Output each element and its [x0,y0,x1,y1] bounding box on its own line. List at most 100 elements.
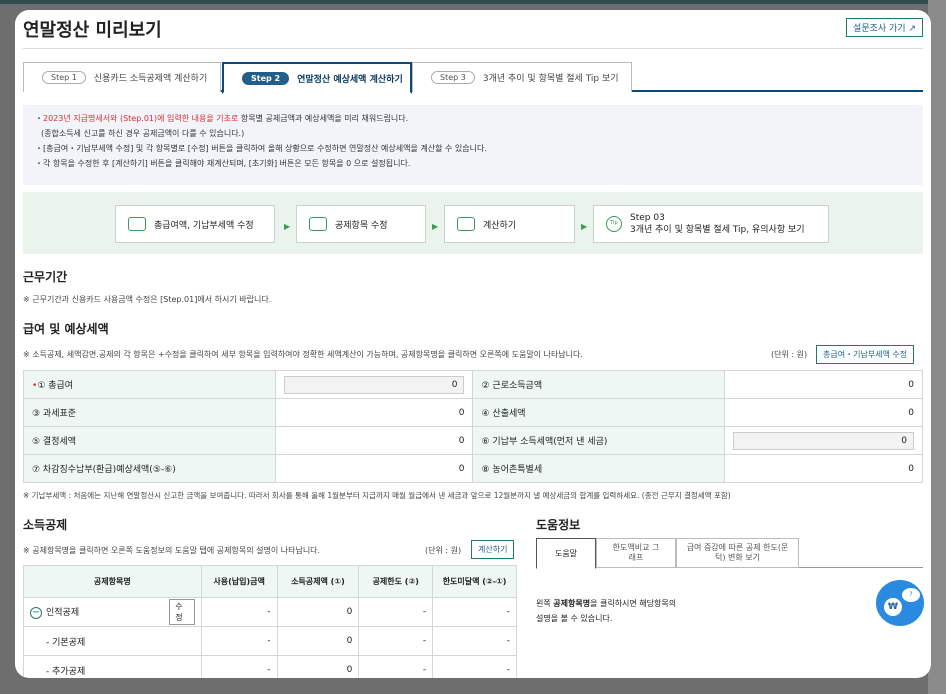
deduction-amount: 0 [276,655,360,678]
work-period-note: ※ 근무기간과 신용카드 사용금액 수정은 [Step.01]에서 하시기 바랍… [23,295,272,304]
notice-line4: ・각 항목을 수정한 후 [계산하기] 버튼을 클릭해야 재계산되며, [초기화… [35,159,411,168]
tab-step2-pill: Step 2 [242,71,290,85]
edit-button[interactable]: 수정 [169,599,195,625]
deduction-name[interactable]: - 추가공제 [23,655,164,678]
step-tips-text: Step 03 3개년 추이 및 항목별 절세 Tip, 유의사항 보기 [630,212,805,236]
step-calculate: 계산하기 [444,205,575,243]
notice-line2: (종합소득세 신고를 하신 경우 공제금액이 다를 수 있습니다.) [41,129,245,138]
tax-base-label: ③ 과세표준 [23,398,276,427]
table-header: 공제항목명 사용(납입)금액 소득공제액 (①) 공제한도 (②) 한도미달액 … [23,565,517,598]
work-period-heading: 근무기간 [23,270,68,284]
used-amount: - [200,626,278,656]
help-text-post: 을 클릭하시면 해당항목의 [590,599,677,608]
notice-line1-text: 항목별 공제금액과 예상세액을 미리 채워드립니다. [238,114,409,123]
deduction-amount: 0 [276,626,360,656]
tab-help[interactable]: 도움말 [536,538,596,569]
step-tips-top: Step 03 [630,213,665,223]
edit-cell [163,655,202,678]
notice-line3: ・[총급여・기납부세액 수정] 및 각 항목별로 [수정] 버튼을 클릭하여 올… [35,144,487,153]
computed-tax-value: 0 [724,398,923,427]
table-row: - 추가공제 - 0 - - [23,655,517,678]
prepaid-tax-cell: 0 [724,426,923,455]
tab-limit-graph[interactable]: 한도액비교 그래프 [596,538,676,568]
deduction-heading: 소득공제 [23,518,68,532]
calculate-button[interactable]: 계산하기 [471,540,515,559]
earned-income-value: 0 [724,370,923,399]
under-limit-amount: - [432,655,517,678]
salary-tax-edit-button[interactable]: 총급여・기납부세액 수정 [816,345,915,364]
help-text-bold: 공제항목명 [553,599,591,608]
col-header: 공제한도 (②) [358,565,434,598]
tab-step1-label: 신용카드 소득공제액 계산하기 [93,74,208,84]
calculator-icon [457,217,475,231]
help-text: 왼쪽 공제항목명을 클릭하시면 해당항목의 설명을 볼 수 있습니다. [536,596,676,626]
help-heading: 도움정보 [536,518,581,532]
notice-line3-text: [총급여・기납부세액 수정] 및 각 항목별로 [수정] 버튼을 클릭하여 올해… [43,144,487,153]
help-text-line2: 설명을 볼 수 있습니다. [536,614,613,623]
step-tips: Tip Step 03 3개년 추이 및 항목별 절세 Tip, 유의사항 보기 [593,205,829,243]
table-row: ⑦ 차감징수납부(환급)예상세액(⑤-⑥) 0 ⑧ 농어촌특별세 0 [23,454,923,483]
notice-box: ・2023년 지급명세서와 (Step.01)에 입력한 내용을 기초로 항목별… [23,105,923,185]
collapse-icon[interactable]: − [30,607,42,619]
deduction-name[interactable]: - 기본공제 [23,626,164,656]
help-text-pre: 왼쪽 [536,599,554,608]
expected-refund-value: 0 [274,454,474,483]
prepaid-tax-input[interactable]: 0 [733,431,914,450]
used-amount: - [200,655,278,678]
edit-cell: 수정 [163,597,202,627]
prepaid-tax-label: ⑥ 기납부 소득세액(먼저 낸 세금) [472,426,726,455]
tab-threshold-change[interactable]: 급여 증감에 따른 공제 한도(문턱) 변화 보기 [676,538,799,568]
under-limit-amount: - [432,597,517,627]
step-guide: 총급여액, 기납부세액 수정 ▶ 공제항목 수정 ▶ 계산하기 ▶ Tip St… [23,192,923,254]
total-salary-input[interactable]: 0 [283,375,465,394]
earned-income-label: ② 근로소득금액 [472,370,726,399]
table-row: •① 총급여 0 ② 근로소득금액 0 [23,370,923,399]
step-deduction-edit-label: 공제항목 수정 [335,220,388,231]
deduction-name[interactable]: 인적공제 [46,608,79,618]
tax-base-value: 0 [274,398,474,427]
help-illustration-icon: ₩ ? [876,580,924,626]
tab-step2[interactable]: Step 2 연말정산 예상세액 계산하기 [222,62,412,94]
used-amount: - [200,597,278,627]
deduction-table: 공제항목명 사용(납입)금액 소득공제액 (①) 공제한도 (②) 한도미달액 … [23,565,517,678]
tab-step3-pill: Step 3 [431,71,475,84]
survey-button[interactable]: 설문조사 가기 ↗ [846,18,923,37]
page-title: 연말정산 미리보기 [23,20,162,41]
salary-edit-icon [128,217,146,231]
col-header: 사용(납입)금액 [200,565,278,598]
rural-tax-label: ⑧ 농어촌특별세 [472,454,726,483]
tip-icon: Tip [606,216,622,232]
step-arrow-icon: ▶ [432,222,439,231]
coin-icon: ₩ [884,598,902,616]
total-salary-cell: 0 [274,370,474,399]
rural-tax-value: 0 [724,454,923,483]
tab-step3-label: 3개년 추이 및 항목별 절세 Tip 보기 [482,74,619,84]
determined-tax-value: 0 [274,426,474,455]
help-tabs: 도움말 한도액비교 그래프 급여 증감에 따른 공제 한도(문턱) 변화 보기 [536,538,923,569]
tab-step2-label: 연말정산 예상세액 계산하기 [297,74,403,85]
step-arrow-icon: ▶ [581,222,588,231]
expected-refund-label: ⑦ 차감징수납부(환급)예상세액(⑤-⑥) [23,454,276,483]
table-row: ③ 과세표준 0 ④ 산출세액 0 [23,398,923,427]
salary-table: •① 총급여 0 ② 근로소득금액 0 ③ 과세표준 0 ④ 산출세액 0 ⑤ … [23,370,923,483]
salary-unit: (단위 : 원) [771,350,808,359]
col-header: 한도미달액 (②-①) [432,565,517,598]
computed-tax-label: ④ 산출세액 [472,398,726,427]
step-salary-edit-label: 총급여액, 기납부세액 수정 [154,220,254,231]
table-row: − 인적공제 수정 - 0 - - [23,597,517,627]
backdrop-top [0,0,946,4]
notice-line1: ・2023년 지급명세서와 (Step.01)에 입력한 내용을 기초로 항목별… [35,114,409,123]
deduction-limit: - [358,597,434,627]
deduction-note: ※ 공제항목명을 클릭하면 오른쪽 도움정보의 도움말 탭에 공제항목의 설명이… [23,546,321,555]
divider [23,48,923,49]
table-row: - 기본공제 - 0 - - [23,626,517,656]
deduction-amount: 0 [276,597,360,627]
step-arrow-icon: ▶ [284,222,291,231]
notice-highlight: 2023년 지급명세서와 (Step.01)에 입력한 내용을 기초로 [43,114,239,123]
step-tips-label: 3개년 추이 및 항목별 절세 Tip, 유의사항 보기 [630,225,805,235]
step-salary-edit: 총급여액, 기납부세액 수정 [115,205,275,243]
total-salary-label: ① 총급여 [37,381,74,391]
tab-step3[interactable]: Step 3 3개년 추이 및 항목별 절세 Tip 보기 [412,62,632,92]
deduction-limit: - [358,626,434,656]
tab-step1[interactable]: Step 1 신용카드 소득공제액 계산하기 [23,62,221,92]
